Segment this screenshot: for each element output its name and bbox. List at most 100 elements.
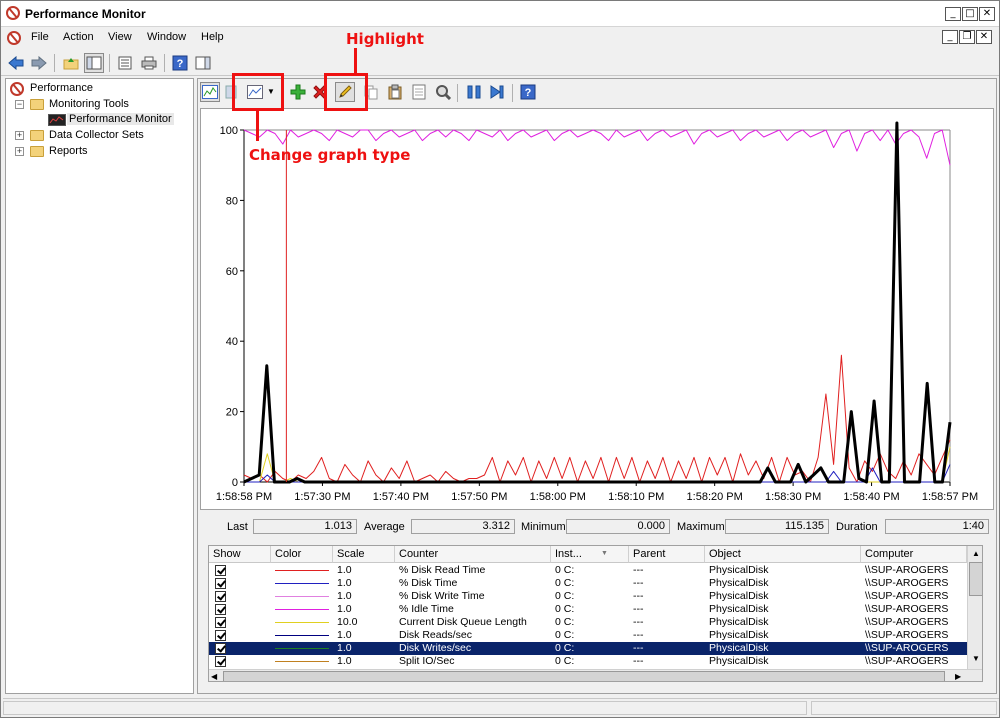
performance-monitor-window: Performance Monitor _ □ ✕ File Action Vi… (0, 0, 1000, 718)
forward-arrow-icon (31, 56, 47, 70)
column-header-scale[interactable]: Scale (333, 546, 395, 563)
minimize-button[interactable]: _ (945, 7, 961, 21)
table-row[interactable]: 10.0 Current Disk Queue Length 0 C: --- Phys… (209, 616, 969, 629)
scroll-up-icon[interactable]: ▲ (969, 547, 982, 561)
column-header-object[interactable]: Object (705, 546, 861, 563)
menu-action[interactable]: Action (63, 31, 94, 43)
vertical-scrollbar[interactable]: ▲ ▼ (967, 546, 982, 669)
hscroll-thumb[interactable] (223, 671, 945, 681)
title-bar[interactable]: Performance Monitor _ □ ✕ (1, 1, 999, 27)
show-checkbox[interactable] (215, 578, 226, 589)
column-header-color[interactable]: Color (271, 546, 333, 563)
cell-computer: \\SUP-AROGERS (865, 655, 949, 667)
cell-scale: 1.0 (337, 590, 352, 602)
average-value: 3.312 (411, 519, 515, 534)
properties-icon (118, 56, 132, 70)
show-checkbox[interactable] (215, 604, 226, 615)
duration-value: 1:40 (885, 519, 989, 534)
cell-counter: Disk Reads/sec (399, 629, 472, 641)
window-title: Performance Monitor (25, 7, 146, 21)
show-hide-console-tree-button[interactable] (84, 53, 104, 73)
cell-counter: Current Disk Queue Length (399, 616, 527, 628)
tree-node-reports[interactable]: Reports (49, 145, 88, 157)
performance-graph[interactable]: 100 80 60 40 20 0 1:58:58 PM 1:57:30 PM 1:57:40 … (200, 108, 994, 510)
show-checkbox[interactable] (215, 617, 226, 628)
cell-parent: --- (633, 616, 644, 628)
cell-counter: % Idle Time (399, 603, 454, 615)
expand-reports-icon[interactable]: + (15, 147, 24, 156)
properties-button[interactable] (115, 53, 135, 73)
color-swatch (275, 635, 329, 636)
table-row[interactable]: 1.0 % Disk Read Time 0 C: --- PhysicalDisk \\… (209, 564, 969, 577)
up-folder-button[interactable] (61, 53, 81, 73)
column-header-counter[interactable]: Counter (395, 546, 551, 563)
cell-instance: 0 C: (555, 577, 575, 589)
show-checkbox[interactable] (215, 565, 226, 576)
zoom-button[interactable] (433, 82, 453, 102)
show-checkbox[interactable] (215, 656, 226, 667)
menu-file[interactable]: File (31, 31, 49, 43)
menu-window[interactable]: Window (147, 31, 186, 43)
perfmon-menu-icon[interactable] (7, 31, 21, 45)
close-button[interactable]: ✕ (979, 7, 995, 21)
tree-node-performance-monitor[interactable]: Performance Monitor (67, 113, 174, 125)
table-row[interactable]: 1.0 % Disk Time 0 C: --- PhysicalDisk \\SUP-A… (209, 577, 969, 590)
cell-scale: 1.0 (337, 577, 352, 589)
cell-parent: --- (633, 577, 644, 589)
paste-counter-list-button[interactable] (385, 82, 405, 102)
show-checkbox[interactable] (215, 643, 226, 654)
back-arrow-icon (8, 56, 24, 70)
column-header-instance[interactable]: Inst... ▼ (551, 546, 629, 563)
y-tick-label: 100 (220, 125, 238, 137)
tree-node-performance[interactable]: Performance (30, 82, 93, 94)
cell-counter: % Disk Time (399, 577, 458, 589)
instance-header-label: Inst... (555, 548, 582, 560)
x-tick-label: 1:58:10 PM (608, 491, 664, 503)
table-row[interactable]: 1.0 Split IO/Sec 0 C: --- PhysicalDisk \\SUP-… (209, 655, 969, 668)
tree-node-data-collector-sets[interactable]: Data Collector Sets (49, 129, 144, 141)
table-row[interactable]: 1.0 Disk Writes/sec 0 C: --- PhysicalDisk \\S… (209, 642, 969, 655)
reports-folder-icon (30, 146, 44, 157)
y-tick-label: 0 (232, 477, 238, 489)
console-tree-icon (86, 56, 102, 70)
child-restore-button[interactable]: ❐ (959, 30, 975, 44)
show-checkbox[interactable] (215, 630, 226, 641)
table-row[interactable]: 1.0 % Idle Time 0 C: --- PhysicalDisk \\SUP-A… (209, 603, 969, 616)
scroll-down-icon[interactable]: ▼ (969, 652, 982, 666)
action-pane-icon (195, 56, 211, 70)
forward-button[interactable] (29, 53, 49, 73)
column-header-computer[interactable]: Computer (861, 546, 967, 563)
scroll-right-icon[interactable]: ▶ (955, 670, 961, 681)
folder-icon (30, 99, 44, 110)
child-minimize-button[interactable]: _ (942, 30, 958, 44)
table-row[interactable]: 1.0 % Disk Write Time 0 C: --- PhysicalDisk \… (209, 590, 969, 603)
maximize-button[interactable]: □ (962, 7, 978, 21)
horizontal-scrollbar[interactable]: ◀ ▶ (209, 669, 982, 681)
scroll-thumb[interactable] (969, 562, 982, 596)
back-button[interactable] (6, 53, 26, 73)
scroll-left-icon[interactable]: ◀ (211, 670, 217, 681)
column-header-show[interactable]: Show (209, 546, 271, 563)
last-label: Last (227, 521, 248, 533)
properties-dialog-button[interactable] (409, 82, 429, 102)
view-current-activity-button[interactable] (200, 82, 220, 102)
table-row[interactable]: 1.0 Disk Reads/sec 0 C: --- PhysicalDisk \\SU… (209, 629, 969, 642)
child-close-button[interactable]: ✕ (976, 30, 992, 44)
series-line (243, 354, 951, 483)
perfmon-help-button[interactable]: ? (518, 82, 538, 102)
add-counter-button[interactable] (288, 82, 308, 102)
update-data-button[interactable] (487, 82, 507, 102)
print-button[interactable] (139, 53, 159, 73)
show-checkbox[interactable] (215, 591, 226, 602)
column-header-parent[interactable]: Parent (629, 546, 705, 563)
expand-data-collector-sets-icon[interactable]: + (15, 131, 24, 140)
freeze-display-button[interactable] (464, 82, 484, 102)
x-tick-label: 1:58:20 PM (687, 491, 743, 503)
collapse-monitoring-tools-icon[interactable]: − (15, 100, 24, 109)
show-action-pane-button[interactable] (193, 53, 213, 73)
menu-help[interactable]: Help (201, 31, 224, 43)
menu-view[interactable]: View (108, 31, 132, 43)
cell-scale: 1.0 (337, 564, 352, 576)
help-button[interactable]: ? (170, 53, 190, 73)
tree-node-monitoring-tools[interactable]: Monitoring Tools (49, 98, 129, 110)
